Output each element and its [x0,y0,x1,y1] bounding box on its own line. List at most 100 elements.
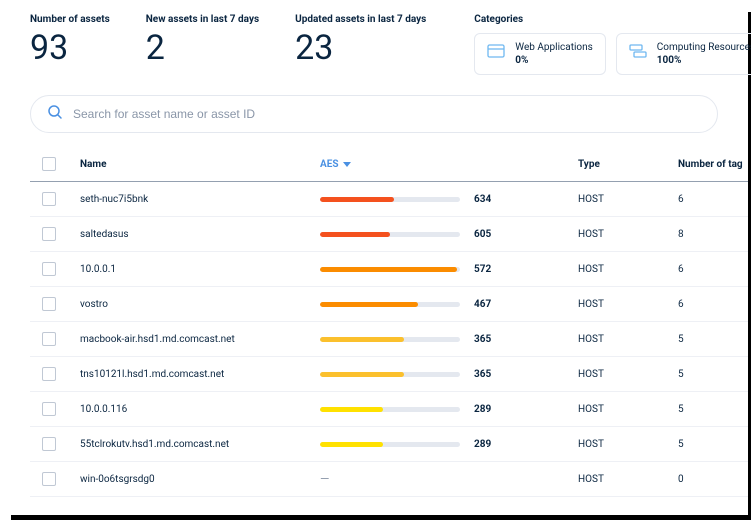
col-name[interactable]: Name [80,159,320,170]
asset-type: HOST [578,299,678,310]
asset-name: 10.0.0.116 [80,404,320,415]
table-row[interactable]: saltedasus 605 HOST8 [30,217,748,252]
table-row[interactable]: win-0o6tsgrsdg0— HOST0 [30,462,748,497]
aes-bar [320,337,460,342]
search-input[interactable] [73,107,701,121]
row-checkbox[interactable] [42,472,56,486]
category-name: Web Applications [515,42,593,53]
aes-cell: 365 [320,334,578,345]
asset-name: 10.0.0.1 [80,264,320,275]
aes-value: 289 [474,404,491,415]
row-checkbox[interactable] [42,262,56,276]
col-type[interactable]: Type [578,159,678,170]
stat-new-label: New assets in last 7 days [146,14,259,25]
row-checkbox[interactable] [42,192,56,206]
stat-total-label: Number of assets [30,14,110,25]
table-row[interactable]: 10.0.0.116 289 HOST5 [30,392,748,427]
categories-block: Categories Web Applications 0% [474,14,751,75]
asset-tags: 5 [678,369,748,380]
asset-name: saltedasus [80,229,320,240]
category-pct: 100% [657,55,751,66]
aes-bar [320,197,460,202]
asset-tags: 0 [678,474,748,485]
category-name: Computing Resources [657,42,751,53]
aes-empty: — [320,472,329,486]
aes-bar [320,372,460,377]
col-aes[interactable]: AES [320,159,578,170]
aes-value: 605 [474,229,491,240]
asset-type: HOST [578,229,678,240]
aes-bar [320,302,460,307]
aes-bar [320,407,460,412]
table-header: Name AES Type Number of tag [30,147,748,182]
asset-type: HOST [578,334,678,345]
aes-cell: 365 [320,369,578,380]
aes-cell: 634 [320,194,578,205]
stat-updated-label: Updated assets in last 7 days [295,14,426,25]
category-pct: 0% [515,55,593,66]
aes-value: 572 [474,264,491,275]
row-checkbox[interactable] [42,332,56,346]
table-row[interactable]: 55tclrokutv.hsd1.md.comcast.net289HOST5 [30,427,748,462]
category-card-web-apps[interactable]: Web Applications 0% [474,33,606,75]
aes-bar [320,442,460,447]
asset-type: HOST [578,474,678,485]
categories-label: Categories [474,14,751,25]
asset-name: tns10121l.hsd1.md.comcast.net [80,369,320,380]
asset-type: HOST [578,404,678,415]
table-row[interactable]: vostro 467 HOST6 [30,287,748,322]
aes-cell: 605 [320,229,578,240]
table-row[interactable]: macbook-air.hsd1.md.comcast.net 365 HOST5 [30,322,748,357]
asset-name: macbook-air.hsd1.md.comcast.net [80,334,320,345]
asset-name: win-0o6tsgrsdg0 [80,474,320,485]
col-tags[interactable]: Number of tag [678,159,748,170]
row-checkbox[interactable] [42,297,56,311]
row-checkbox[interactable] [42,437,56,451]
asset-tags: 5 [678,404,748,415]
aes-bar [320,267,460,272]
aes-bar [320,232,460,237]
asset-tags: 5 [678,439,748,450]
asset-tags: 5 [678,334,748,345]
asset-tags: 6 [678,194,748,205]
stat-total-value: 93 [30,31,110,65]
aes-value: 365 [474,334,491,345]
asset-type: HOST [578,194,678,205]
aes-cell: 467 [320,299,578,310]
table-row[interactable]: 10.0.0.1572HOST6 [30,252,748,287]
asset-name: seth-nuc7i5bnk [80,194,320,205]
stat-updated: Updated assets in last 7 days 23 [295,14,426,65]
row-checkbox[interactable] [42,367,56,381]
asset-type: HOST [578,369,678,380]
asset-name: vostro [80,299,320,310]
stat-total: Number of assets 93 [30,14,110,65]
stats-row: Number of assets 93 New assets in last 7… [30,14,748,75]
aes-value: 634 [474,194,491,205]
stat-new: New assets in last 7 days 2 [146,14,259,65]
asset-name: 55tclrokutv.hsd1.md.comcast.net [80,439,320,450]
stat-updated-value: 23 [295,31,426,65]
aes-value: 467 [474,299,491,310]
asset-type: HOST [578,264,678,275]
aes-cell: 289 [320,439,578,450]
row-checkbox[interactable] [42,227,56,241]
sort-desc-icon [343,162,351,167]
asset-type: HOST [578,439,678,450]
table-row[interactable]: seth-nuc7i5bnk 634 HOST6 [30,182,748,217]
table-row[interactable]: tns10121l.hsd1.md.comcast.net 365 HOST5 [30,357,748,392]
select-all-checkbox[interactable] [42,157,56,171]
row-checkbox[interactable] [42,402,56,416]
asset-table: Name AES Type Number of tag seth-nuc7i5b… [30,147,748,497]
aes-cell: — [320,472,578,486]
category-card-computing[interactable]: Computing Resources 100% [616,33,751,75]
stat-new-value: 2 [146,31,259,65]
web-app-icon [487,42,505,60]
aes-cell: 289 [320,404,578,415]
search-bar[interactable] [30,95,718,133]
computing-icon [629,42,647,60]
asset-tags: 6 [678,299,748,310]
col-aes-label: AES [320,159,339,170]
aes-cell: 572 [320,264,578,275]
aes-value: 365 [474,369,491,380]
asset-tags: 8 [678,229,748,240]
